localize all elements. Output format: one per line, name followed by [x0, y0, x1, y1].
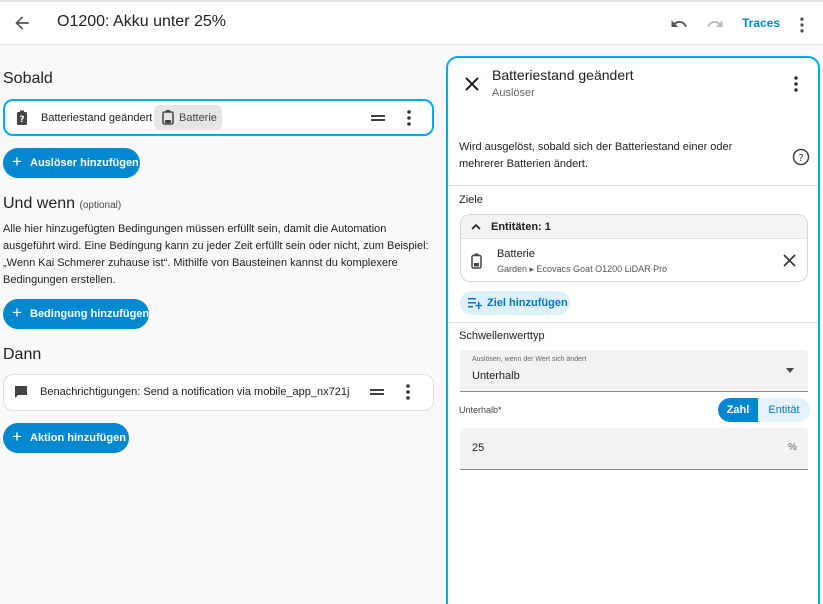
entities-header[interactable]: Entitäten: 1: [461, 215, 807, 239]
playlist-plus-icon: [468, 298, 482, 309]
threshold-number-input[interactable]: 25 %: [460, 428, 808, 470]
threshold-label: Schwellenwerttyp: [459, 330, 545, 342]
targets-label: Ziele: [459, 194, 483, 206]
dropdown-arrow-icon: [786, 368, 794, 373]
battery-chip[interactable]: Batterie: [154, 105, 222, 130]
svg-text:?: ?: [19, 115, 24, 125]
trigger-editor-panel: Batteriestand geändert Auslöser Wird aus…: [446, 56, 820, 604]
panel-description: Wird ausgelöst, sobald sich der Batterie…: [459, 141, 733, 170]
trigger-card[interactable]: ? Batteriestand geändert Batterie: [3, 99, 434, 136]
value-type-toggle: Zahl Entität: [718, 398, 810, 422]
svg-text:?: ?: [798, 153, 803, 164]
battery-icon: [471, 253, 482, 269]
toggle-option-entity[interactable]: Entität: [758, 398, 810, 422]
drag-handle-icon[interactable]: [371, 113, 385, 123]
below-label: Unterhalb*: [459, 405, 502, 415]
entity-path: Garden ▸ Ecovacs Goat O1200 LiDAR Pro: [497, 264, 668, 274]
more-vert-icon[interactable]: [788, 75, 804, 93]
add-action-button[interactable]: + Aktion hinzufügen: [3, 423, 129, 453]
battery-unknown-icon: ?: [17, 110, 27, 125]
select-label: Auslösen, wenn der Wert sich ändert: [472, 356, 587, 363]
action-card[interactable]: Benachrichtigungen: Send a notification …: [3, 374, 434, 411]
conditions-description: Alle hier hinzugefügten Bedingungen müss…: [3, 223, 429, 286]
redo-icon[interactable]: [706, 15, 724, 33]
more-vert-icon[interactable]: [792, 15, 812, 35]
more-vert-icon[interactable]: [401, 109, 417, 127]
add-condition-button[interactable]: + Bedingung hinzufügen: [3, 299, 149, 329]
panel-subtitle: Auslöser: [492, 87, 535, 99]
entities-box: Entitäten: 1 Batterie Garden ▸ Ecovacs G…: [460, 214, 808, 282]
number-unit: %: [788, 442, 797, 453]
message-icon: [15, 386, 27, 398]
chevron-up-icon: [471, 223, 481, 230]
undo-icon[interactable]: [670, 15, 688, 33]
plus-icon: +: [12, 152, 22, 171]
panel-title: Batteriestand geändert: [492, 67, 634, 83]
trigger-label: Batteriestand geändert: [41, 112, 153, 124]
page-title: O1200: Akku unter 25%: [57, 13, 226, 30]
actions-heading: Dann: [3, 346, 42, 363]
conditions-heading: Und wenn (optional): [3, 195, 122, 212]
action-label: Benachrichtigungen: Send a notification …: [40, 386, 350, 398]
add-target-button[interactable]: Ziel hinzufügen: [460, 291, 570, 315]
divider: [448, 185, 818, 186]
close-icon[interactable]: [783, 254, 796, 267]
close-icon[interactable]: [464, 76, 480, 92]
plus-icon: +: [12, 303, 22, 322]
traces-button[interactable]: Traces: [742, 16, 780, 30]
select-value: Unterhalb: [472, 370, 520, 382]
drag-handle-icon[interactable]: [370, 387, 384, 397]
add-trigger-button[interactable]: + Auslöser hinzufügen: [3, 148, 140, 178]
toggle-option-number[interactable]: Zahl: [718, 398, 758, 422]
threshold-select[interactable]: Auslösen, wenn der Wert sich ändert Unte…: [460, 350, 808, 392]
more-vert-icon[interactable]: [400, 383, 416, 401]
entity-name: Batterie: [497, 248, 535, 260]
help-circle-icon[interactable]: ?: [792, 148, 810, 166]
back-arrow-icon[interactable]: [12, 13, 32, 33]
triggers-heading: Sobald: [3, 70, 53, 87]
top-app-bar: O1200: Akku unter 25% Traces: [0, 0, 823, 45]
chip-label: Batterie: [179, 112, 217, 124]
optional-label: (optional): [79, 200, 122, 211]
plus-icon: +: [12, 427, 22, 446]
divider: [448, 322, 818, 323]
number-value: 25: [472, 442, 485, 454]
battery-icon: [162, 110, 174, 125]
